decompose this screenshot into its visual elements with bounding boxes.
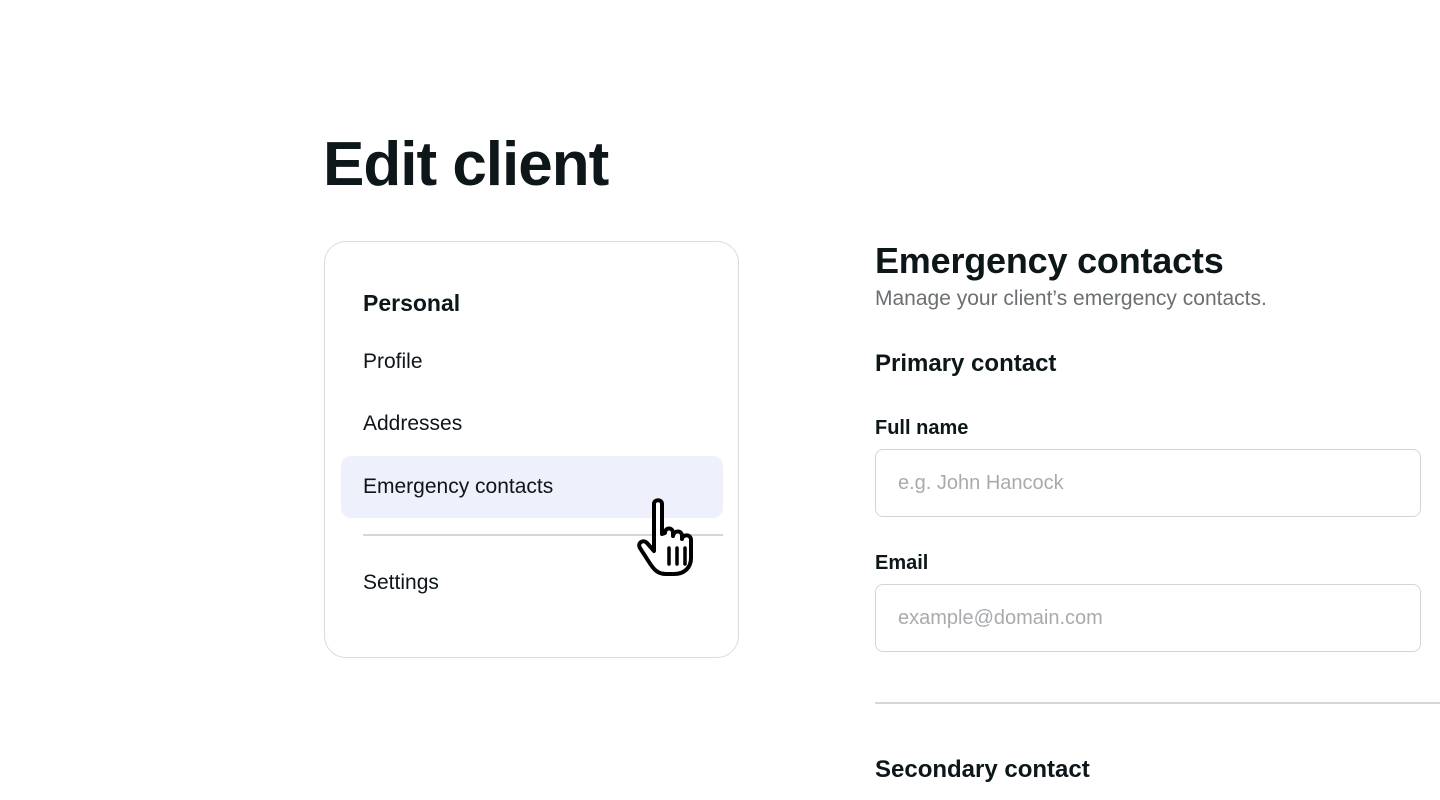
form-divider: [875, 702, 1440, 704]
secondary-contact-heading: Secondary contact: [875, 756, 1090, 783]
sidebar-item-label: Settings: [363, 571, 439, 594]
sidebar-item-label: Addresses: [363, 412, 463, 435]
sidebar-item-profile[interactable]: Profile: [341, 331, 723, 393]
email-label: Email: [875, 552, 929, 574]
primary-contact-heading: Primary contact: [875, 350, 1057, 377]
sidebar-item-label: Profile: [363, 350, 423, 373]
section-title: Emergency contacts: [875, 240, 1224, 281]
sidebar-nav: Personal Profile Addresses Emergency con…: [324, 241, 739, 658]
full-name-field[interactable]: [875, 449, 1421, 517]
hand-pointer-icon: [637, 498, 693, 576]
email-field[interactable]: [875, 584, 1421, 652]
section-subtitle: Manage your client’s emergency contacts.: [875, 287, 1267, 310]
edit-client-page: Edit client Personal Profile Addresses E…: [0, 0, 1440, 800]
sidebar-item-label: Emergency contacts: [363, 475, 554, 498]
sidebar-item-addresses[interactable]: Addresses: [341, 393, 723, 455]
sidebar-section-title: Personal: [363, 290, 461, 316]
page-title: Edit client: [323, 130, 609, 199]
full-name-label: Full name: [875, 417, 969, 439]
